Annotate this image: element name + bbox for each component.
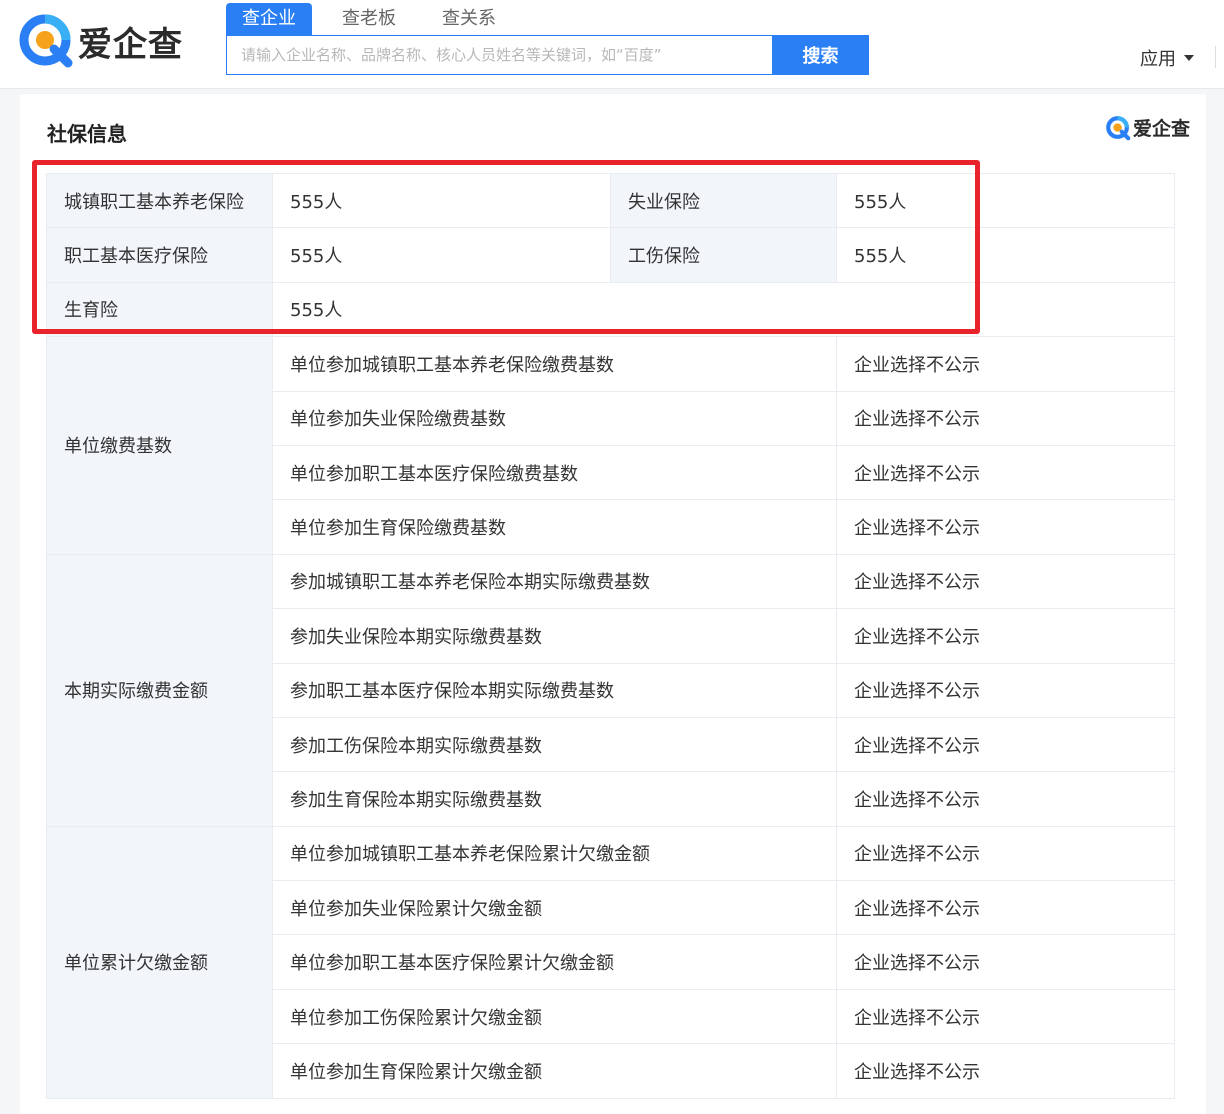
section-title: 社保信息 (47, 122, 127, 146)
top-header: 爱企查 查企业 查老板 查关系 搜索 应用 (0, 0, 1224, 89)
item-name: 单位参加工伤保险累计欠缴金额 (272, 988, 837, 1045)
social-security-card: 社保信息 爱企查 城镇职工基本养老保险 555人 失业保险 555人 职工基本医… (20, 94, 1206, 1114)
item-name: 单位参加生育保险累计欠缴金额 (272, 1043, 837, 1099)
item-name: 单位参加职工基本医疗保险缴费基数 (272, 444, 837, 501)
item-value: 企业选择不公示 (836, 825, 1175, 882)
table-row: 本期实际缴费金额 参加城镇职工基本养老保险本期实际缴费基数 企业选择不公示 (46, 553, 1175, 827)
item-value: 企业选择不公示 (836, 716, 1175, 773)
logo-text: 爱企查 (78, 24, 183, 65)
item-name: 单位参加城镇职工基本养老保险缴费基数 (272, 336, 837, 392)
maternity-label: 生育险 (46, 281, 273, 338)
item-name: 单位参加失业保险缴费基数 (272, 390, 837, 446)
item-value: 企业选择不公示 (836, 499, 1175, 555)
apps-menu[interactable]: 应用 (1140, 45, 1194, 71)
item-value: 企业选择不公示 (836, 390, 1175, 446)
item-value: 企业选择不公示 (836, 553, 1175, 610)
item-name: 参加城镇职工基本养老保险本期实际缴费基数 (272, 553, 837, 610)
item-name: 参加生育保险本期实际缴费基数 (272, 771, 837, 827)
item-value: 企业选择不公示 (836, 336, 1175, 392)
search-button[interactable]: 搜索 (772, 35, 869, 75)
item-value: 企业选择不公示 (836, 662, 1175, 718)
social-security-table: 城镇职工基本养老保险 555人 失业保险 555人 职工基本医疗保险 555人 … (46, 172, 1175, 1099)
divider (1215, 46, 1216, 68)
search-row: 搜索 (226, 35, 869, 75)
apps-label: 应用 (1140, 49, 1176, 70)
tab-boss[interactable]: 查老板 (326, 3, 412, 35)
logo-q-icon (19, 14, 73, 68)
pension-value: 555人 (272, 172, 611, 229)
tab-company[interactable]: 查企业 (226, 3, 312, 35)
brand-text: 爱企查 (1132, 118, 1190, 140)
item-value: 企业选择不公示 (836, 988, 1175, 1045)
brand-q-icon (1106, 115, 1131, 140)
table-row: 单位缴费基数 单位参加城镇职工基本养老保险缴费基数 企业选择不公示 (46, 336, 1175, 555)
unemployment-label: 失业保险 (610, 172, 837, 229)
item-value: 企业选择不公示 (836, 934, 1175, 990)
maternity-value: 555人 (272, 281, 1175, 338)
unemployment-value: 555人 (836, 172, 1175, 229)
medical-label: 职工基本医疗保险 (46, 227, 273, 283)
search-area: 查企业 查老板 查关系 搜索 (226, 3, 869, 75)
table-row: 城镇职工基本养老保险 555人 失业保险 555人 (46, 172, 1175, 229)
table-row: 职工基本医疗保险 555人 工伤保险 555人 (46, 227, 1175, 283)
search-tabs: 查企业 查老板 查关系 (226, 3, 869, 35)
medical-value: 555人 (272, 227, 611, 283)
section-brand: 爱企查 (1105, 114, 1190, 141)
pension-label: 城镇职工基本养老保险 (46, 172, 273, 229)
item-value: 企业选择不公示 (836, 608, 1175, 664)
table-row: 生育险 555人 (46, 281, 1175, 338)
search-input[interactable] (226, 35, 772, 75)
group-label: 单位缴费基数 (46, 336, 273, 555)
item-name: 单位参加职工基本医疗保险累计欠缴金额 (272, 934, 837, 990)
item-name: 参加工伤保险本期实际缴费基数 (272, 716, 837, 773)
tab-relation[interactable]: 查关系 (426, 3, 512, 35)
table-row: 单位累计欠缴金额 单位参加城镇职工基本养老保险累计欠缴金额 企业选择不公示 (46, 825, 1175, 1099)
site-logo[interactable]: 爱企查 (18, 11, 183, 71)
item-name: 参加职工基本医疗保险本期实际缴费基数 (272, 662, 837, 718)
item-name: 单位参加城镇职工基本养老保险累计欠缴金额 (272, 825, 837, 882)
item-name: 参加失业保险本期实际缴费基数 (272, 608, 837, 664)
group-label: 本期实际缴费金额 (46, 553, 273, 827)
item-value: 企业选择不公示 (836, 880, 1175, 936)
item-value: 企业选择不公示 (836, 1043, 1175, 1099)
item-value: 企业选择不公示 (836, 771, 1175, 827)
item-name: 单位参加失业保险累计欠缴金额 (272, 880, 837, 936)
item-value: 企业选择不公示 (836, 444, 1175, 501)
caret-down-icon (1184, 55, 1194, 61)
item-name: 单位参加生育保险缴费基数 (272, 499, 837, 555)
group-label: 单位累计欠缴金额 (46, 825, 273, 1099)
injury-label: 工伤保险 (610, 227, 837, 283)
injury-value: 555人 (836, 227, 1175, 283)
